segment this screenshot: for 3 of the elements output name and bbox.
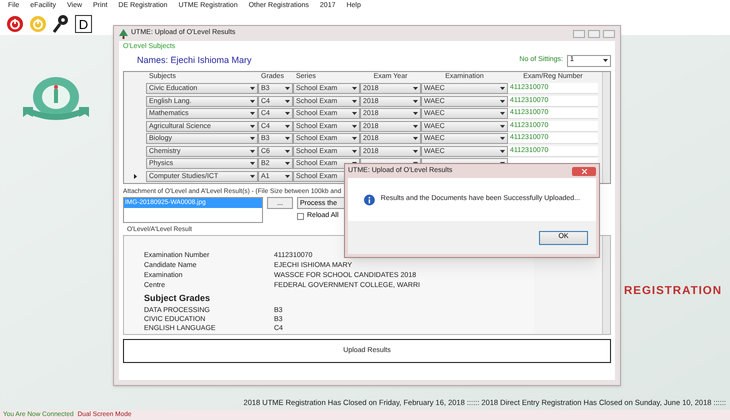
registration-heading: REGISTRATION <box>624 284 722 299</box>
grades-heading: Subject Grades <box>144 292 212 305</box>
candidate-name: Names: Ejechi Ishioma Mary <box>137 54 252 67</box>
